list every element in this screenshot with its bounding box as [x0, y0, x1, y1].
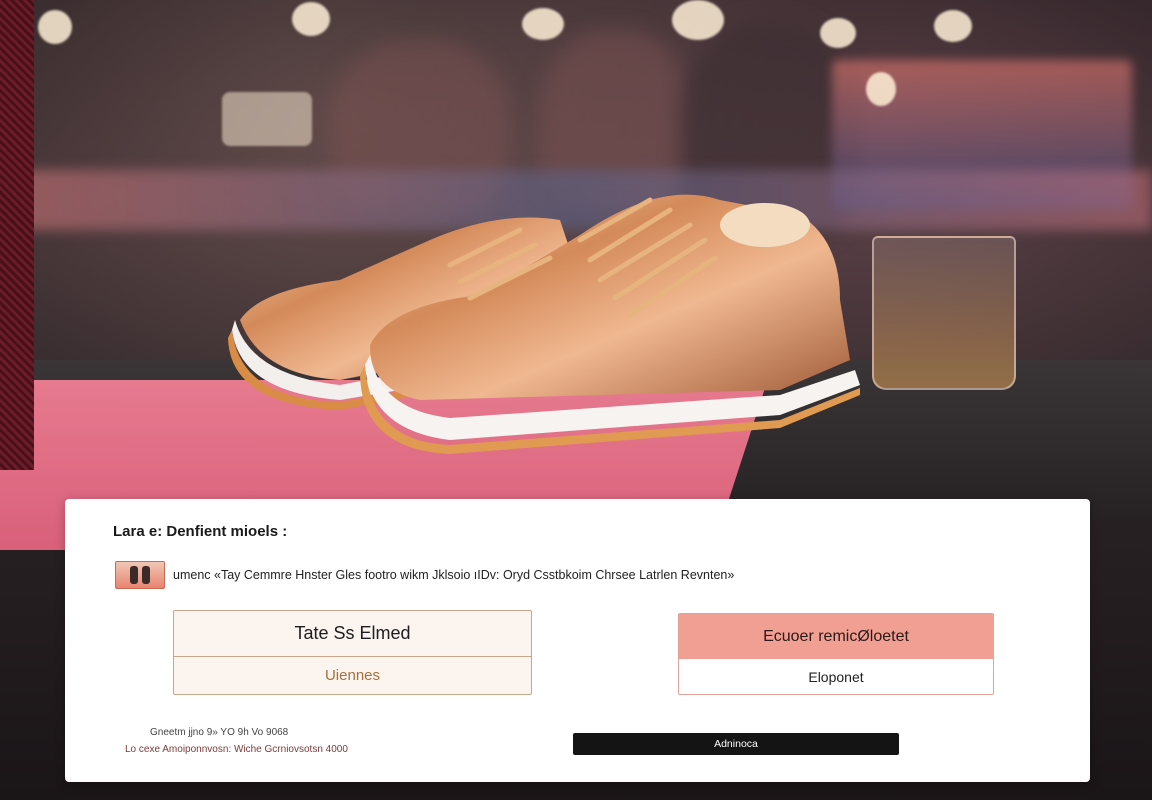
footnote-line-2: Lo cexe Amoiponnvosn: Wiche Gcrniovsotsn… — [125, 744, 348, 755]
bokeh-light — [522, 8, 564, 40]
option-card-left[interactable]: Tate Ss Elmed Uiennes — [173, 610, 532, 695]
bokeh-light — [820, 18, 856, 48]
shoe-thumbnail-image — [115, 561, 165, 589]
option-card-right[interactable]: Ecuoer remicØloetet Eloponet — [678, 613, 994, 695]
bokeh-light — [292, 2, 330, 36]
primary-action-button[interactable]: Adninoca — [573, 733, 899, 755]
bokeh-light — [866, 72, 896, 106]
bokeh-light — [38, 10, 72, 44]
option-left-subtitle: Uiennes — [324, 667, 381, 684]
drinking-glass — [872, 236, 1016, 390]
rose-gold-sneakers — [228, 194, 860, 454]
bokeh-light — [934, 10, 972, 42]
option-left-title: Tate Ss Elmed — [174, 611, 531, 657]
footnote-line-1: Gneetm jjno 9» YO 9h Vo 9068 — [150, 727, 289, 738]
option-right-title: Ecuoer remicØloetet — [679, 614, 993, 659]
bokeh-light — [672, 0, 724, 40]
card-title: Lara e: Denfient mioels : — [113, 523, 288, 540]
info-row: umenc «Tay Cemmre Hnster Gles footro wik… — [115, 561, 734, 589]
info-text: umenc «Tay Cemmre Hnster Gles footro wik… — [173, 568, 735, 582]
selection-card: Lara e: Denfient mioels : umenc «Tay Cem… — [65, 499, 1090, 782]
option-right-subtitle: Eloponet — [808, 668, 864, 685]
knit-scarf — [0, 0, 34, 470]
bokeh-light — [222, 92, 312, 146]
